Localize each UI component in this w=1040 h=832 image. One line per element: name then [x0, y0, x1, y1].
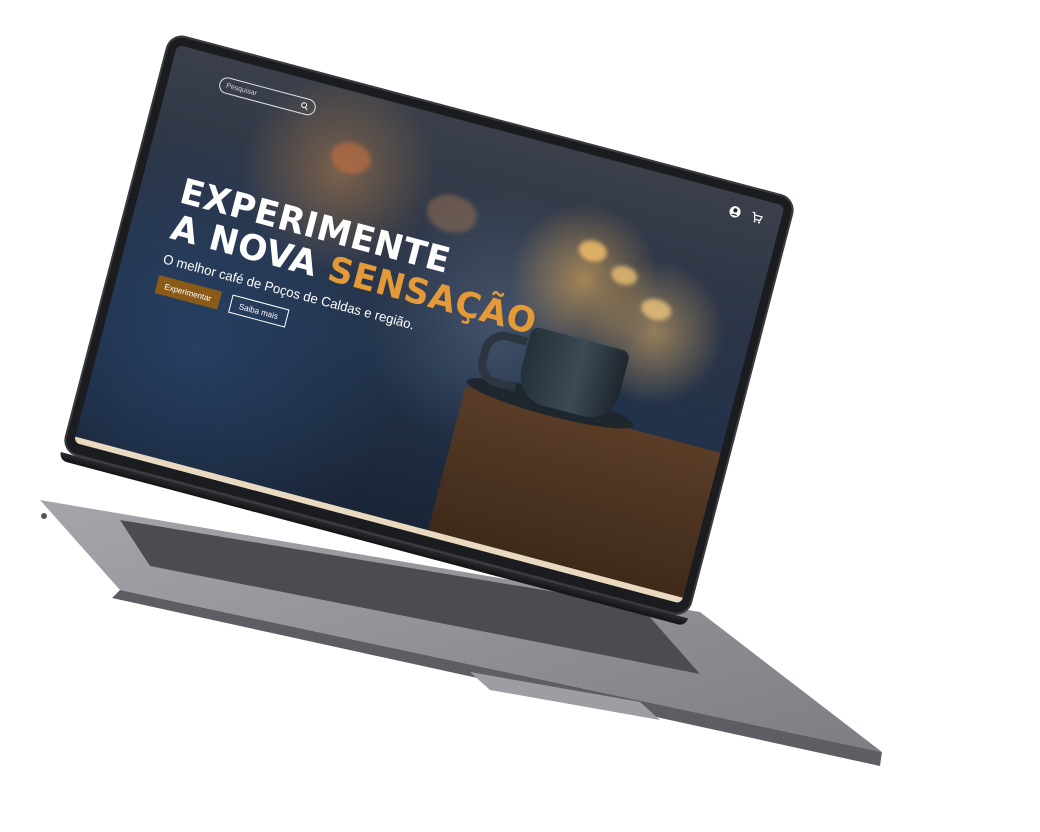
bokeh-light — [576, 237, 610, 265]
experimentar-button[interactable]: Experimentar — [154, 275, 222, 310]
cart-icon[interactable] — [749, 210, 764, 225]
saiba-mais-button[interactable]: Saiba mais — [228, 294, 290, 328]
search-input[interactable]: Pesquisar — [217, 75, 318, 118]
bokeh-light — [639, 296, 674, 324]
search-placeholder: Pesquisar — [225, 81, 258, 98]
bokeh-light — [422, 188, 481, 238]
bokeh-light — [327, 137, 375, 178]
bokeh-light — [609, 262, 640, 288]
user-circle-icon[interactable] — [728, 204, 743, 219]
header-icons — [728, 204, 764, 225]
search-icon — [301, 102, 308, 111]
